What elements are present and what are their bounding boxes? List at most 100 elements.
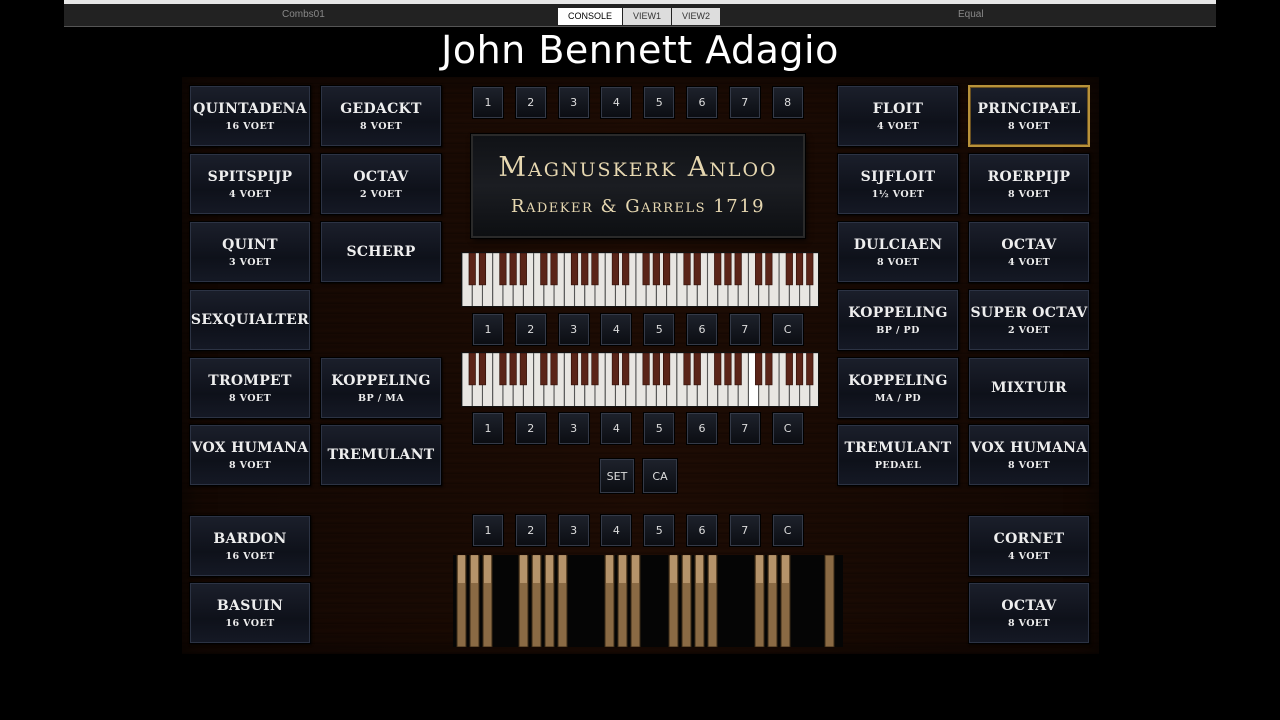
black-key[interactable]: [734, 253, 742, 286]
black-key[interactable]: [550, 353, 558, 386]
stop-right-koppeling[interactable]: KOPPELING BP / PD: [837, 289, 959, 351]
tab-view2[interactable]: VIEW2: [672, 8, 720, 25]
piston-row_mid1-2[interactable]: 2: [514, 313, 547, 346]
tab-view1[interactable]: VIEW1: [623, 8, 671, 25]
piston-row_mid2-1[interactable]: 1: [472, 412, 504, 445]
piston-top-4[interactable]: 4: [600, 86, 633, 119]
stop-right-principael[interactable]: PRINCIPAEL 8 VOET: [968, 85, 1090, 147]
black-key[interactable]: [540, 253, 548, 286]
black-key[interactable]: [519, 353, 527, 386]
black-key[interactable]: [785, 353, 793, 386]
black-key[interactable]: [693, 353, 701, 386]
set-button[interactable]: SET: [599, 458, 635, 494]
black-key[interactable]: [622, 253, 630, 286]
black-key[interactable]: [642, 353, 650, 386]
black-key[interactable]: [683, 253, 691, 286]
piston-row_mid1-3[interactable]: 3: [557, 313, 590, 346]
piston-row_mid1-1[interactable]: 1: [472, 313, 504, 346]
black-key[interactable]: [509, 253, 517, 286]
stop-left-quint[interactable]: QUINT 3 VOET: [189, 221, 311, 283]
pedal-keyboard[interactable]: [453, 555, 843, 647]
black-key[interactable]: [642, 253, 650, 286]
black-key[interactable]: [468, 253, 476, 286]
stop-right-mixtuir[interactable]: MIXTUIR: [968, 357, 1090, 419]
black-key[interactable]: [806, 253, 814, 286]
piston-row_pedal-1[interactable]: 1: [472, 514, 504, 547]
upper-manual-keyboard[interactable]: [461, 252, 819, 307]
black-key[interactable]: [755, 253, 763, 286]
piston-row_pedal-2[interactable]: 2: [514, 514, 547, 547]
piston-row_mid2-c[interactable]: C: [771, 412, 804, 445]
black-key[interactable]: [540, 353, 548, 386]
black-key[interactable]: [765, 353, 773, 386]
black-key[interactable]: [693, 253, 701, 286]
black-key[interactable]: [570, 353, 579, 386]
stop-right-tremulant[interactable]: TREMULANT PEDAEL: [837, 424, 959, 486]
piston-row_mid2-7[interactable]: 7: [728, 412, 761, 445]
piston-top-2[interactable]: 2: [514, 86, 547, 119]
piston-top-5[interactable]: 5: [643, 86, 676, 119]
ca-button[interactable]: CA: [642, 458, 678, 494]
black-key[interactable]: [724, 253, 732, 286]
stop-left-octav[interactable]: OCTAV 2 VOET: [320, 153, 442, 215]
stop-right-octav[interactable]: OCTAV 8 VOET: [968, 582, 1090, 644]
piston-row_mid2-3[interactable]: 3: [557, 412, 590, 445]
black-key[interactable]: [591, 253, 599, 286]
stop-left-scherp[interactable]: SCHERP: [320, 221, 442, 283]
piston-row_mid1-c[interactable]: C: [771, 313, 804, 346]
black-key[interactable]: [755, 353, 763, 386]
stop-left-bardon[interactable]: BARDON 16 VOET: [189, 515, 311, 577]
stop-left-vox-humana[interactable]: VOX HUMANA 8 VOET: [189, 424, 311, 486]
piston-row_pedal-6[interactable]: 6: [686, 514, 718, 547]
stop-right-octav[interactable]: OCTAV 4 VOET: [968, 221, 1090, 283]
black-key[interactable]: [795, 353, 804, 386]
black-key[interactable]: [806, 353, 814, 386]
black-key[interactable]: [550, 253, 558, 286]
black-key[interactable]: [509, 353, 517, 386]
piston-row_pedal-3[interactable]: 3: [557, 514, 590, 547]
black-key[interactable]: [519, 253, 527, 286]
black-key[interactable]: [662, 253, 671, 286]
black-key[interactable]: [478, 253, 487, 286]
black-key[interactable]: [652, 253, 660, 286]
stop-left-trompet[interactable]: TROMPET 8 VOET: [189, 357, 311, 419]
black-key[interactable]: [499, 253, 507, 286]
stop-right-sijfloit[interactable]: SIJFLOIT 1½ VOET: [837, 153, 959, 215]
piston-row_mid1-4[interactable]: 4: [600, 313, 633, 346]
black-key[interactable]: [622, 353, 630, 386]
piston-top-6[interactable]: 6: [686, 86, 718, 119]
piston-row_pedal-c[interactable]: C: [771, 514, 804, 547]
black-key[interactable]: [785, 253, 793, 286]
black-key[interactable]: [591, 353, 599, 386]
black-key[interactable]: [683, 353, 691, 386]
black-key[interactable]: [662, 353, 671, 386]
black-key[interactable]: [795, 253, 804, 286]
piston-top-7[interactable]: 7: [728, 86, 761, 119]
black-key[interactable]: [478, 353, 487, 386]
piston-row_mid2-4[interactable]: 4: [600, 412, 633, 445]
black-key[interactable]: [734, 353, 742, 386]
piston-top-3[interactable]: 3: [557, 86, 590, 119]
black-key[interactable]: [724, 353, 732, 386]
black-key[interactable]: [765, 253, 773, 286]
piston-top-8[interactable]: 8: [771, 86, 804, 119]
stop-left-basuin[interactable]: BASUIN 16 VOET: [189, 582, 311, 644]
black-key[interactable]: [714, 353, 722, 386]
stop-right-vox-humana[interactable]: VOX HUMANA 8 VOET: [968, 424, 1090, 486]
black-key[interactable]: [611, 253, 620, 286]
stop-right-cornet[interactable]: CORNET 4 VOET: [968, 515, 1090, 577]
black-key[interactable]: [499, 353, 507, 386]
piston-top-1[interactable]: 1: [472, 86, 504, 119]
black-key[interactable]: [714, 253, 722, 286]
piston-row_pedal-7[interactable]: 7: [728, 514, 761, 547]
stop-right-koppeling[interactable]: KOPPELING MA / PD: [837, 357, 959, 419]
black-key[interactable]: [570, 253, 579, 286]
black-key[interactable]: [652, 353, 660, 386]
stop-left-gedackt[interactable]: GEDACKT 8 VOET: [320, 85, 442, 147]
stop-right-super-octav[interactable]: SUPER OCTAV 2 VOET: [968, 289, 1090, 351]
stop-right-roerpijp[interactable]: ROERPIJP 8 VOET: [968, 153, 1090, 215]
piston-row_mid2-5[interactable]: 5: [643, 412, 676, 445]
stop-left-tremulant[interactable]: TREMULANT: [320, 424, 442, 486]
piston-row_mid1-6[interactable]: 6: [686, 313, 718, 346]
black-key[interactable]: [611, 353, 620, 386]
